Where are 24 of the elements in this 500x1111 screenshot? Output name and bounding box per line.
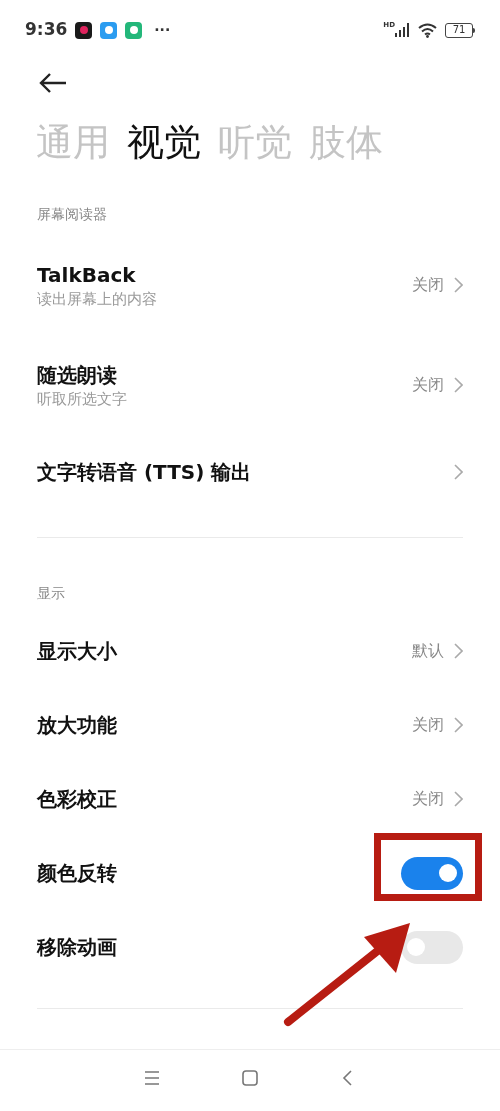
setting-value: 关闭: [412, 374, 444, 396]
tab[interactable]: 视觉: [127, 121, 201, 165]
tab[interactable]: 听觉: [218, 121, 292, 165]
setting-value: 关闭: [412, 714, 444, 736]
setting-value: 默认: [412, 640, 444, 662]
tab[interactable]: 通用: [36, 121, 110, 165]
setting-title: TalkBack: [37, 262, 136, 289]
setting-title: 颜色反转: [37, 860, 117, 887]
section-header: 屏幕阅读器: [36, 204, 108, 224]
setting-title: 随选朗读: [37, 362, 117, 389]
battery-level: 71: [445, 22, 473, 38]
setting-title: 文字转语音 (TTS) 输出: [37, 459, 252, 486]
setting-description: 读出屏幕上的内容: [37, 289, 157, 309]
status-time: 9:36: [25, 18, 68, 42]
setting-title: 显示大小: [37, 638, 117, 665]
setting-description: 听取所选文字: [37, 389, 127, 409]
tab[interactable]: 肢体: [309, 121, 383, 165]
more-notifications: ···: [154, 20, 171, 40]
setting-title: 色彩校正: [37, 786, 117, 813]
setting-value: 关闭: [412, 274, 444, 296]
setting-title: 放大功能: [37, 712, 117, 739]
section-header: 显示: [36, 583, 66, 603]
setting-value: 关闭: [412, 788, 444, 810]
setting-title: 移除动画: [37, 934, 117, 961]
